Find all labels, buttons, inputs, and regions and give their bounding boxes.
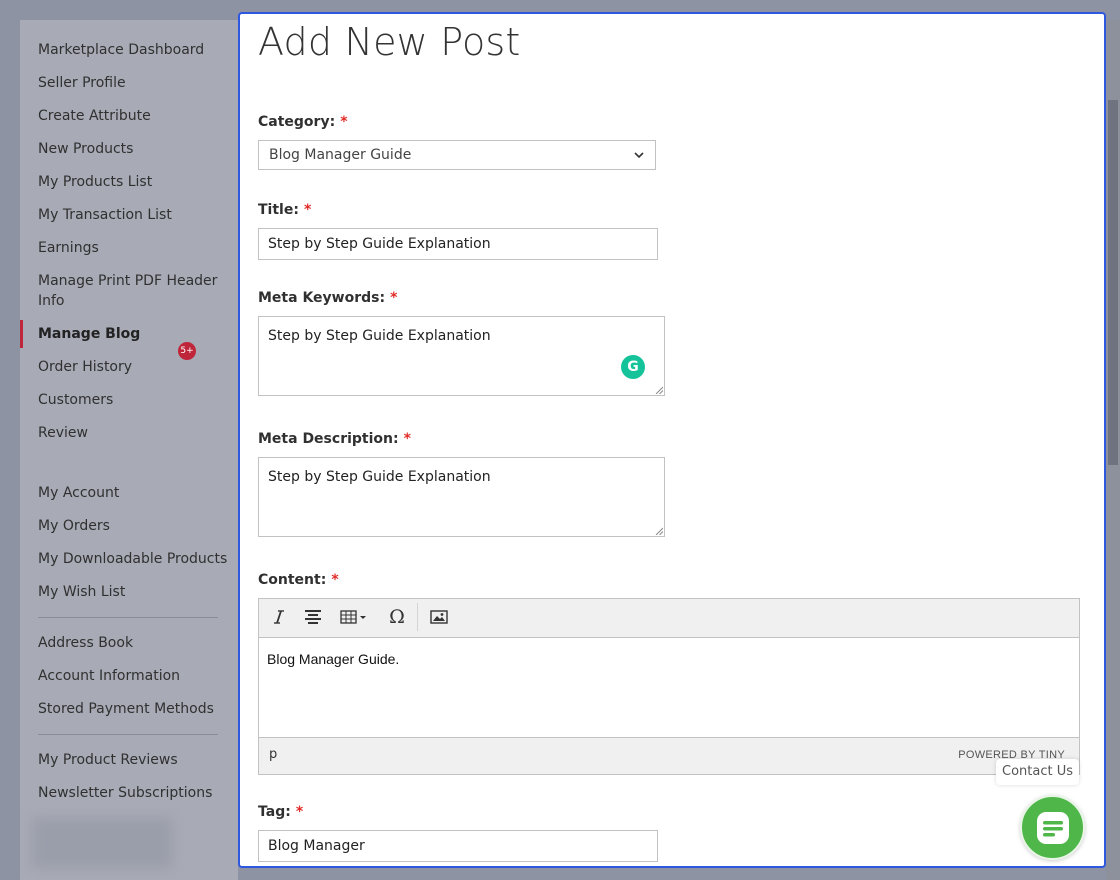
required-marker: * bbox=[303, 202, 312, 218]
toolbar-separator bbox=[417, 603, 418, 631]
sidebar-item-my-product-reviews[interactable]: My Product Reviews bbox=[38, 750, 228, 770]
contact-us-button[interactable] bbox=[1020, 795, 1085, 860]
sidebar-item-my-wish-list[interactable]: My Wish List bbox=[38, 582, 228, 602]
editor-content[interactable]: Blog Manager Guide. bbox=[267, 651, 399, 667]
sidebar-item-earnings[interactable]: Earnings bbox=[38, 238, 228, 258]
required-marker: * bbox=[295, 804, 304, 820]
sidebar-item-review[interactable]: Review bbox=[38, 423, 228, 443]
sidebar-divider bbox=[38, 617, 218, 618]
meta-keywords-textarea[interactable]: Step by Step Guide Explanation G bbox=[258, 316, 665, 396]
tag-input[interactable] bbox=[258, 830, 658, 862]
sidebar-item-address-book[interactable]: Address Book bbox=[38, 633, 228, 653]
sidebar-item-my-orders[interactable]: My Orders bbox=[38, 516, 228, 536]
align-center-icon bbox=[305, 610, 321, 624]
editor-statusbar: p POWERED BY TINY bbox=[259, 737, 1079, 774]
sidebar-item-my-transaction-list[interactable]: My Transaction List bbox=[38, 205, 228, 225]
content-label-text: Content: bbox=[258, 572, 327, 588]
editor-toolbar: Ω bbox=[259, 599, 1079, 638]
sidebar-item-seller-profile[interactable]: Seller Profile bbox=[38, 73, 228, 93]
page-scrollbar-thumb[interactable] bbox=[1108, 100, 1118, 465]
italic-icon bbox=[274, 610, 284, 624]
sidebar-item-my-account[interactable]: My Account bbox=[38, 483, 228, 503]
meta-description-label: Meta Description: * bbox=[258, 431, 411, 447]
tag-label: Tag: * bbox=[258, 804, 303, 820]
blurred-block bbox=[32, 818, 172, 868]
table-button[interactable] bbox=[337, 603, 373, 631]
sidebar-item-my-downloadable-products[interactable]: My Downloadable Products bbox=[38, 549, 228, 569]
sidebar-item-newsletter-subscriptions[interactable]: Newsletter Subscriptions bbox=[38, 783, 228, 803]
sidebar-item-account-information[interactable]: Account Information bbox=[38, 666, 228, 686]
required-marker: * bbox=[340, 114, 348, 130]
title-input[interactable] bbox=[258, 228, 658, 260]
category-label: Category: * bbox=[258, 114, 348, 130]
align-center-button[interactable] bbox=[299, 603, 327, 631]
sidebar-item-manage-blog[interactable]: Manage Blog bbox=[38, 324, 228, 344]
sidebar-item-stored-payment-methods[interactable]: Stored Payment Methods bbox=[38, 699, 228, 719]
sidebar-item-marketplace-dashboard[interactable]: Marketplace Dashboard bbox=[38, 40, 228, 60]
meta-keywords-label: Meta Keywords: * bbox=[258, 290, 397, 306]
chat-icon bbox=[1036, 811, 1069, 844]
sidebar-item-new-products[interactable]: New Products bbox=[38, 139, 228, 159]
resize-handle-icon[interactable] bbox=[655, 527, 663, 535]
sidebar-item-customers[interactable]: Customers bbox=[38, 390, 228, 410]
required-marker: * bbox=[403, 431, 411, 447]
content-editor[interactable]: Ω Blog Manager Guide. p POWERED BY TINY bbox=[258, 598, 1080, 775]
add-post-modal: Add New Post Category: * Blog Manager Gui… bbox=[238, 12, 1106, 868]
sidebar: Marketplace Dashboard Seller Profile Cre… bbox=[20, 20, 238, 880]
meta-description-label-text: Meta Description: bbox=[258, 431, 399, 447]
tag-label-text: Tag: bbox=[258, 804, 291, 820]
sidebar-item-manage-print-pdf-header-info[interactable]: Manage Print PDF Header Info bbox=[38, 271, 228, 311]
page-title: Add New Post bbox=[258, 20, 521, 64]
required-marker: * bbox=[390, 290, 398, 306]
italic-button[interactable] bbox=[265, 603, 293, 631]
meta-description-value: Step by Step Guide Explanation bbox=[268, 469, 491, 485]
table-icon bbox=[340, 610, 366, 624]
meta-keywords-label-text: Meta Keywords: bbox=[258, 290, 386, 306]
element-path[interactable]: p bbox=[269, 747, 277, 762]
sidebar-item-create-attribute[interactable]: Create Attribute bbox=[38, 106, 228, 126]
sidebar-item-order-history[interactable]: Order History bbox=[38, 357, 228, 377]
grammarly-icon[interactable]: G bbox=[621, 355, 645, 379]
page-scrollbar[interactable] bbox=[1106, 20, 1120, 880]
special-character-button[interactable]: Ω bbox=[383, 603, 411, 631]
contact-tooltip: Contact Us bbox=[996, 759, 1079, 785]
sidebar-item-my-products-list[interactable]: My Products List bbox=[38, 172, 228, 192]
meta-keywords-value: Step by Step Guide Explanation bbox=[268, 328, 491, 344]
category-label-text: Category: bbox=[258, 114, 336, 130]
active-indicator bbox=[20, 320, 23, 348]
required-marker: * bbox=[331, 572, 339, 588]
title-label-text: Title: bbox=[258, 202, 299, 218]
category-select[interactable]: Blog Manager Guide bbox=[258, 140, 656, 170]
meta-description-textarea[interactable]: Step by Step Guide Explanation bbox=[258, 457, 665, 537]
title-label: Title: * bbox=[258, 202, 311, 218]
content-label: Content: * bbox=[258, 572, 339, 588]
sidebar-divider bbox=[38, 734, 218, 735]
chevron-down-icon bbox=[634, 152, 644, 159]
insert-image-button[interactable] bbox=[425, 603, 453, 631]
category-select-value: Blog Manager Guide bbox=[269, 147, 412, 163]
resize-handle-icon[interactable] bbox=[655, 386, 663, 394]
omega-icon: Ω bbox=[389, 606, 405, 628]
image-icon bbox=[430, 610, 448, 624]
